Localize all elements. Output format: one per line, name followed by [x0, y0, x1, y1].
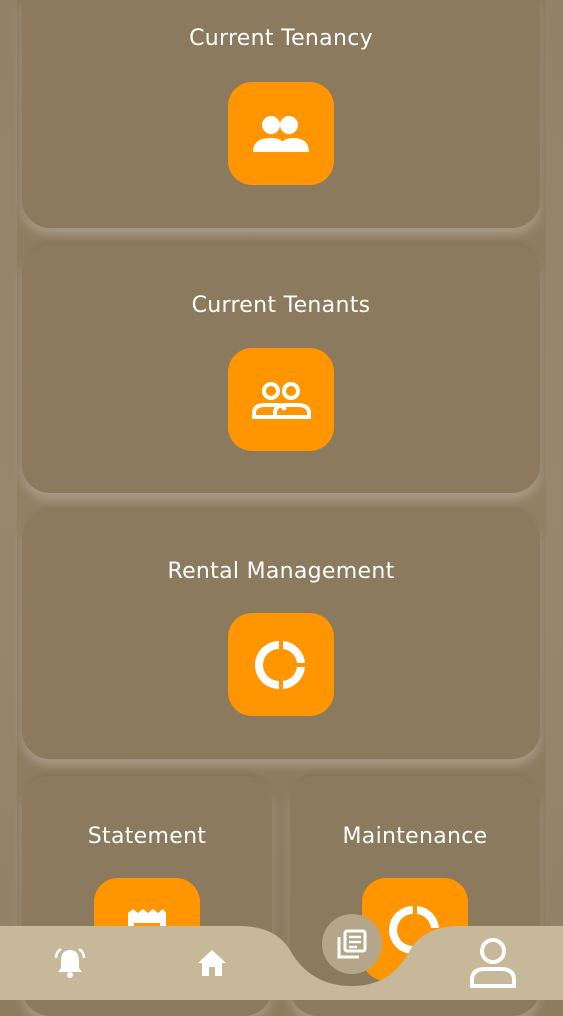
current-tenants-title: Current Tenants	[191, 293, 371, 318]
current-tenants-card[interactable]: Current Tenants	[22, 245, 540, 493]
bottom-navigation-bar	[0, 926, 563, 1000]
articles-icon	[337, 929, 367, 959]
statement-title: Statement	[87, 824, 207, 849]
profile-icon	[470, 938, 516, 988]
profile-button[interactable]	[460, 932, 526, 994]
current-tenants-button[interactable]	[228, 348, 334, 451]
current-tenancy-title: Current Tenancy	[189, 26, 373, 51]
rental-management-card[interactable]: Rental Management	[22, 511, 540, 759]
rental-management-title: Rental Management	[167, 559, 395, 584]
maintenance-title: Maintenance	[342, 824, 488, 849]
home-button[interactable]	[182, 938, 242, 988]
notification-bell-icon	[54, 947, 86, 978]
home-icon	[198, 950, 226, 976]
current-tenancy-button[interactable]	[228, 82, 334, 185]
notifications-button[interactable]	[40, 938, 100, 988]
donut-chart-icon	[255, 640, 305, 689]
articles-button[interactable]	[322, 914, 382, 974]
group-outline-icon	[252, 381, 311, 419]
rental-management-button[interactable]	[228, 613, 334, 716]
group-icon	[253, 115, 309, 152]
current-tenancy-card[interactable]: Current Tenancy	[22, 0, 540, 228]
